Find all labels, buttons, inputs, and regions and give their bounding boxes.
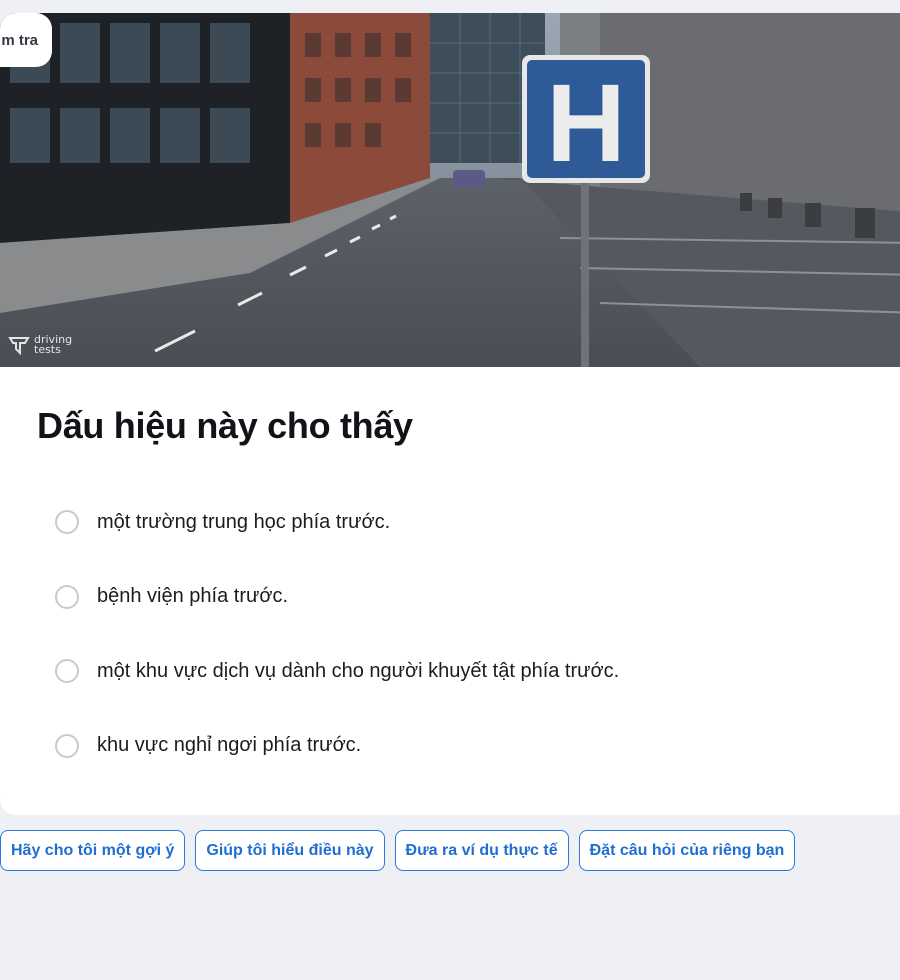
- watermark-line2: tests: [34, 343, 61, 356]
- mode-badge-label: m tra: [1, 31, 38, 49]
- answer-option-label: một trường trung học phía trước.: [97, 510, 391, 533]
- answer-option-2[interactable]: bệnh viện phía trước.: [55, 582, 875, 612]
- ask-own-question-button[interactable]: Đặt câu hỏi của riêng bạn: [578, 830, 796, 871]
- mode-badge: m tra: [0, 13, 52, 67]
- answer-option-3[interactable]: một khu vực dịch vụ dành cho người khuyế…: [55, 656, 875, 686]
- radio-button-3[interactable]: [55, 659, 79, 683]
- question-card: H m tra driving tests Dấu hiệu này cho t…: [0, 13, 900, 815]
- page: H m tra driving tests Dấu hiệu này cho t…: [0, 0, 900, 980]
- answer-options: một trường trung học phía trước. bệnh vi…: [55, 507, 875, 805]
- suggestion-chips: Hãy cho tôi một gợi ý Giúp tôi hiểu điều…: [0, 830, 796, 871]
- hint-button[interactable]: Hãy cho tôi một gợi ý: [0, 830, 186, 871]
- radio-button-2[interactable]: [55, 584, 79, 609]
- answer-option-1[interactable]: một trường trung học phía trước.: [55, 507, 875, 537]
- answer-option-label: bệnh viện phía trước.: [97, 585, 289, 607]
- question-title: Dấu hiệu này cho thấy: [37, 405, 413, 446]
- radio-button-1[interactable]: [55, 510, 79, 534]
- real-example-button[interactable]: Đưa ra ví dụ thực tế: [394, 830, 569, 871]
- answer-option-label: khu vực nghỉ ngơi phía trước.: [97, 734, 362, 756]
- watermark-text: driving tests: [34, 334, 72, 356]
- radio-button-4[interactable]: [55, 733, 79, 758]
- watermark: driving tests: [8, 334, 72, 356]
- question-image: H: [0, 13, 900, 367]
- explain-button[interactable]: Giúp tôi hiểu điều này: [195, 830, 385, 871]
- answer-option-4[interactable]: khu vực nghỉ ngơi phía trước.: [55, 731, 875, 761]
- driving-tests-logo-icon: [8, 337, 30, 355]
- sign-letter: H: [546, 62, 625, 185]
- answer-option-label: một khu vực dịch vụ dành cho người khuyế…: [97, 659, 620, 682]
